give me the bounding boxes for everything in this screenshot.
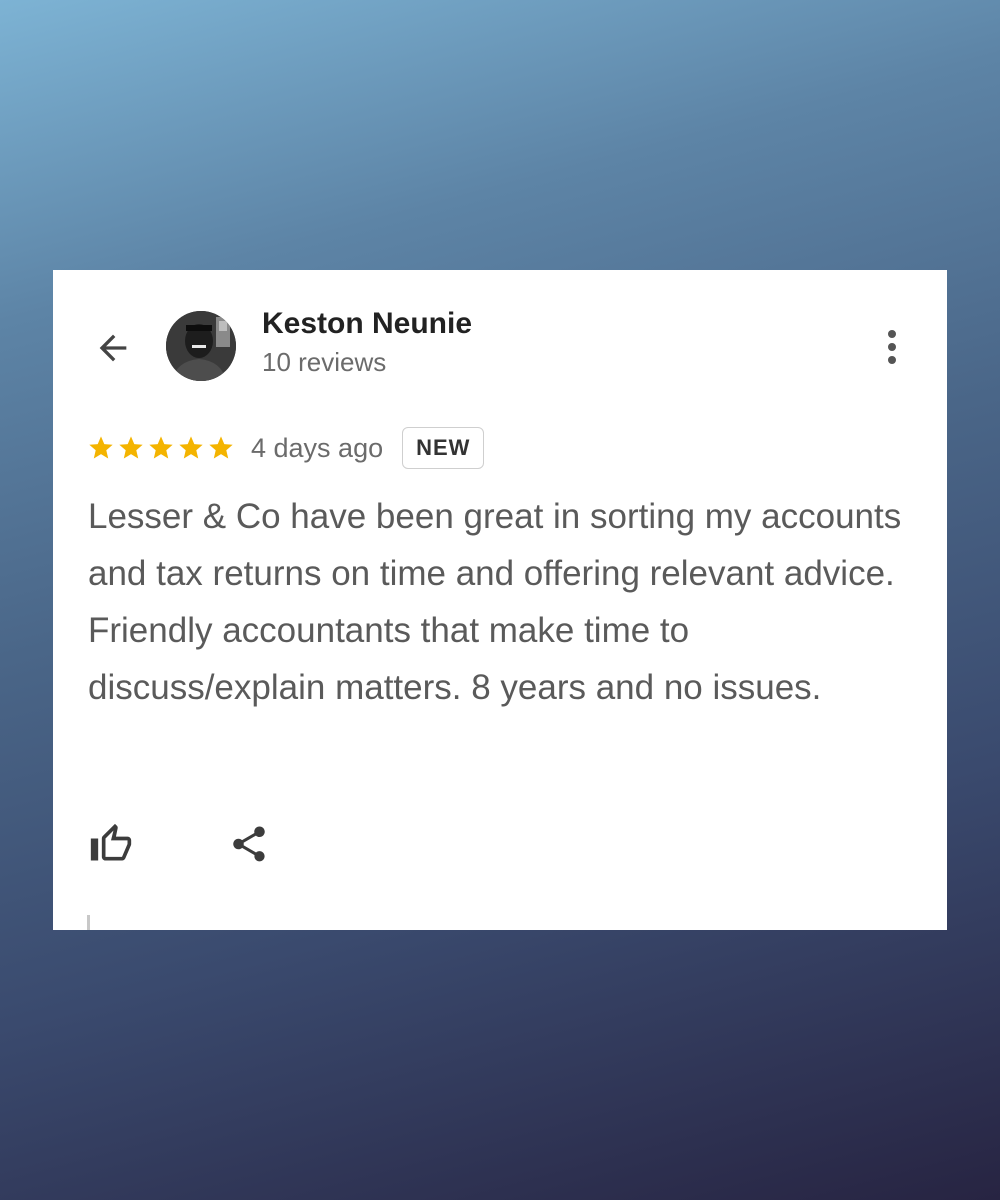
review-time: 4 days ago bbox=[251, 432, 384, 463]
thumbs-up-icon bbox=[90, 823, 132, 861]
divider bbox=[87, 915, 90, 930]
reviewer-review-count: 10 reviews bbox=[262, 347, 387, 377]
back-button[interactable] bbox=[91, 326, 135, 370]
avatar[interactable] bbox=[166, 311, 236, 381]
star-icon bbox=[179, 436, 203, 459]
new-badge: NEW bbox=[402, 427, 485, 469]
arrow-back-icon bbox=[99, 334, 127, 362]
star-icon bbox=[119, 436, 143, 459]
share-icon bbox=[233, 826, 265, 862]
star-icon bbox=[89, 436, 113, 459]
status-bar-remnant bbox=[53, 270, 947, 272]
review-text: Lesser & Co have been great in sorting m… bbox=[88, 497, 902, 707]
reviewer-name[interactable]: Keston Neunie bbox=[262, 307, 472, 341]
star-icon bbox=[149, 436, 173, 459]
rating-row: 4 days ago NEW bbox=[87, 426, 485, 470]
more-options-button[interactable] bbox=[877, 325, 907, 369]
star-rating bbox=[87, 434, 235, 462]
star-icon bbox=[209, 436, 233, 459]
more-vertical-icon bbox=[888, 330, 896, 338]
avatar-photo bbox=[166, 311, 236, 381]
like-button[interactable] bbox=[87, 820, 135, 868]
review-card: Keston Neunie 10 reviews 4 days ago NEW … bbox=[53, 270, 947, 930]
share-button[interactable] bbox=[225, 820, 273, 868]
